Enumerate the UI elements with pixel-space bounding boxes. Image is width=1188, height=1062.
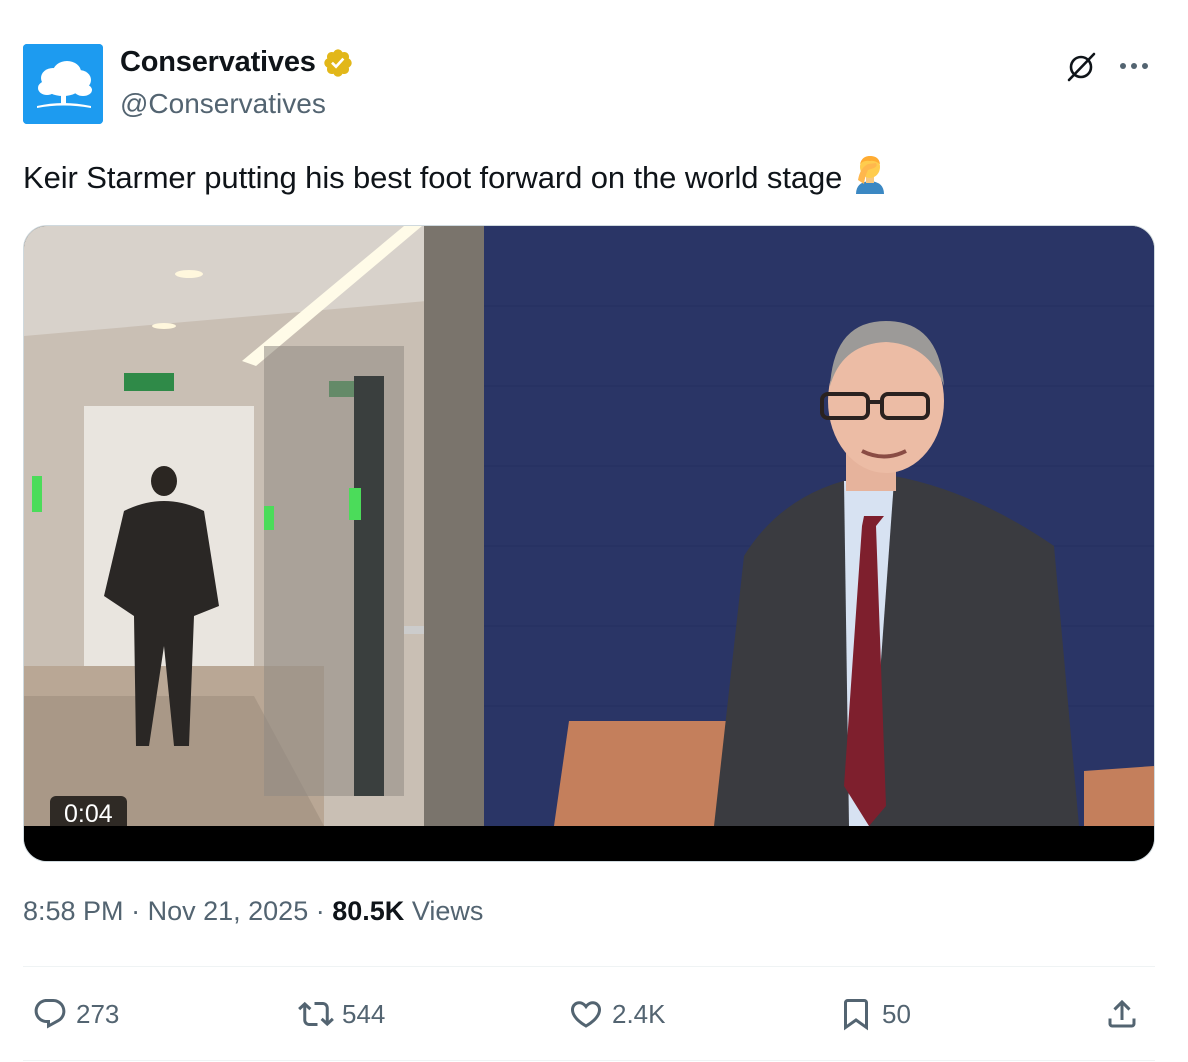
- bookmark-count: 50: [882, 998, 911, 1029]
- video-frame: [24, 226, 1154, 861]
- like-count: 2.4K: [612, 998, 666, 1029]
- grok-icon[interactable]: [1064, 50, 1098, 84]
- like-button[interactable]: 2.4K: [568, 996, 666, 1032]
- divider: [23, 1060, 1155, 1061]
- facepalm-emoji-icon: [856, 156, 885, 194]
- repost-icon: [298, 1001, 334, 1027]
- reply-icon: [34, 999, 66, 1029]
- video-duration: 0:04: [50, 796, 127, 833]
- views-count: 80.5K: [332, 896, 405, 926]
- meta-separator: ·: [131, 896, 141, 926]
- verified-badge-icon[interactable]: [322, 47, 354, 79]
- bookmark-icon: [844, 999, 868, 1031]
- author-name-row[interactable]: Conservatives: [120, 46, 354, 79]
- tweet-time[interactable]: 8:58 PM: [23, 896, 124, 926]
- tweet-body: Keir Starmer putting his best foot forwa…: [23, 160, 843, 195]
- author-handle[interactable]: @Conservatives: [120, 88, 326, 120]
- bookmark-button[interactable]: 50: [838, 996, 911, 1032]
- more-icon[interactable]: [1116, 52, 1152, 80]
- avatar[interactable]: [23, 44, 103, 124]
- conservative-tree-logo: [23, 44, 103, 124]
- divider: [23, 966, 1155, 967]
- reply-button[interactable]: 273: [32, 996, 119, 1032]
- heart-icon: [570, 1001, 602, 1028]
- repost-button[interactable]: 544: [298, 996, 385, 1032]
- share-button[interactable]: [1104, 996, 1148, 1032]
- tweet-text: Keir Starmer putting his best foot forwa…: [23, 154, 888, 196]
- reply-count: 273: [76, 998, 120, 1029]
- views-label: Views: [411, 896, 484, 926]
- display-name[interactable]: Conservatives: [120, 46, 316, 79]
- meta-separator: ·: [315, 896, 325, 926]
- video-player[interactable]: 0:04: [23, 225, 1155, 862]
- repost-count: 544: [342, 998, 386, 1029]
- share-icon: [1108, 999, 1136, 1028]
- tweet-date[interactable]: Nov 21, 2025: [148, 896, 309, 926]
- tweet-meta: 8:58 PM · Nov 21, 2025 · 80.5K Views: [23, 896, 483, 927]
